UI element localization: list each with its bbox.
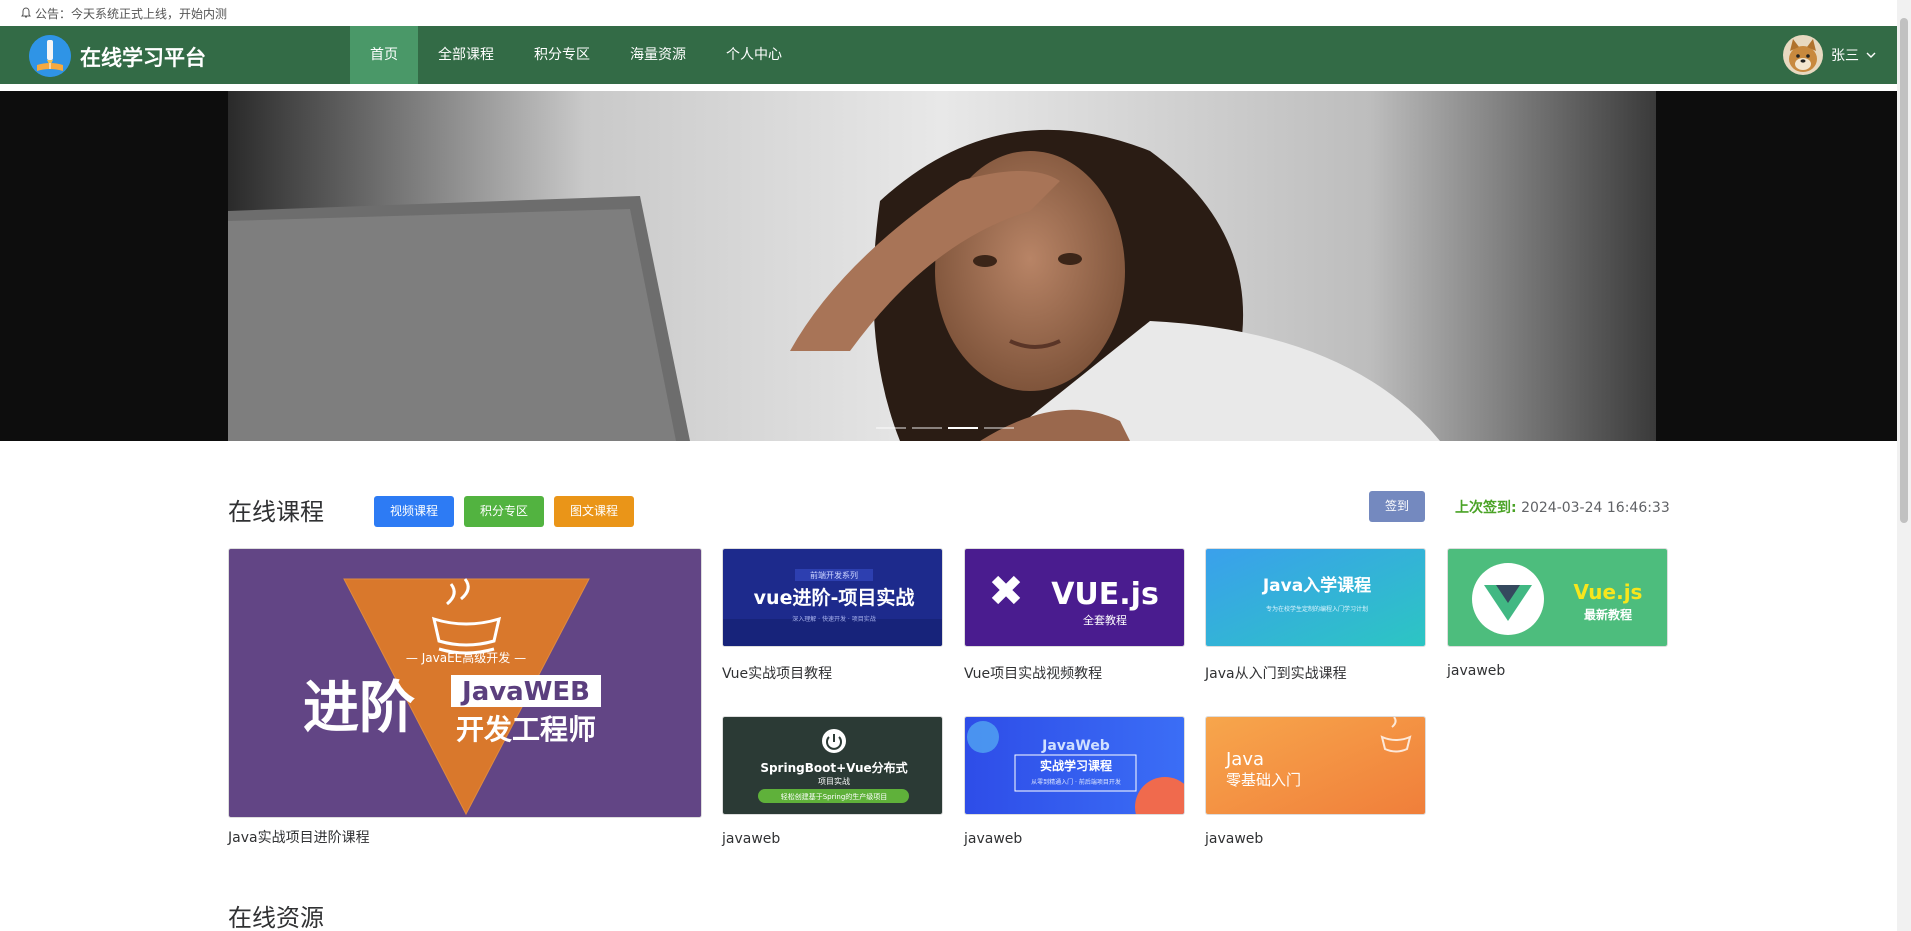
page: 公告：今天系统正式上线，开始内测 在线学习平台 首页 全部课程 积分专区 海量资… [0, 0, 1911, 931]
platform-logo[interactable] [29, 35, 71, 77]
carousel-indicators [876, 427, 1020, 429]
avatar[interactable] [1783, 35, 1823, 75]
course-thumbnail[interactable]: JavaWeb 实战学习课程 从零到精通入门 · 前后端项目开发 [964, 716, 1185, 815]
pen-book-icon [29, 35, 71, 77]
bell-icon [21, 7, 31, 18]
featured-line2: 开发工程师 [456, 713, 596, 746]
thumb-sub: 项目实战 [818, 776, 850, 786]
thumb-sub: 全套教程 [1083, 613, 1127, 627]
carousel-dot-active[interactable] [948, 427, 978, 429]
thumb-tag: 轻松创建基于Spring的生产级项目 [781, 792, 888, 801]
thumb-sub: 最新教程 [1584, 607, 1632, 622]
course-title[interactable]: Java实战项目进阶课程 [228, 827, 370, 847]
last-sign-value: 2024-03-24 16:46:33 [1521, 500, 1670, 516]
carousel-dot[interactable] [876, 427, 906, 429]
banner-carousel[interactable] [0, 91, 1897, 441]
thumb-sub: 深入理解 · 快速开发 · 项目实战 [792, 615, 875, 623]
filter-points-zone-button[interactable]: 积分专区 [464, 496, 544, 527]
nav-personal-center[interactable]: 个人中心 [706, 26, 802, 84]
resources-section-title: 在线资源 [228, 904, 324, 931]
course-title[interactable]: javaweb [964, 831, 1022, 847]
course-thumbnail[interactable]: Vue.js 最新教程 [1447, 548, 1668, 647]
sign-in-button[interactable]: 签到 [1369, 491, 1425, 522]
nav-home[interactable]: 首页 [350, 26, 418, 84]
thumb-text: JavaWeb [1041, 738, 1110, 754]
thumb-text: Java [1225, 749, 1264, 770]
course-thumbnail[interactable]: — JavaEE高级开发 — 进阶 JavaWEB 开发工程师 [228, 548, 702, 818]
nav-points-zone[interactable]: 积分专区 [514, 26, 610, 84]
course-thumbnail[interactable]: SpringBoot+Vue分布式 项目实战 轻松创建基于Spring的生产级项… [722, 716, 943, 815]
course-title[interactable]: Vue实战项目教程 [722, 663, 832, 683]
courses-section-title: 在线课程 [228, 498, 324, 526]
main-nav: 首页 全部课程 积分专区 海量资源 个人中心 [350, 26, 802, 84]
notice-text: 公告：今天系统正式上线，开始内测 [35, 6, 228, 21]
scrollbar-thumb[interactable] [1900, 18, 1908, 523]
course-title[interactable]: Java从入门到实战课程 [1205, 663, 1347, 683]
featured-tagline: — JavaEE高级开发 — [406, 650, 526, 665]
brand-name[interactable]: 在线学习平台 [80, 42, 206, 72]
course-thumbnail[interactable]: Java入学课程 专为在校学生定制的编程入门学习计划 [1205, 548, 1426, 647]
thumb-text: vue进阶-项目实战 [754, 586, 915, 609]
nav-resources[interactable]: 海量资源 [610, 26, 706, 84]
thumb-text: VUE.js [1051, 577, 1159, 612]
thumb-sub: 零基础入门 [1226, 771, 1301, 789]
thumb-sub: 专为在校学生定制的编程入门学习计划 [1266, 605, 1368, 613]
nav-all-courses[interactable]: 全部课程 [418, 26, 514, 84]
banner-image [0, 91, 1897, 441]
course-title[interactable]: Vue项目实战视频教程 [964, 663, 1102, 683]
featured-line1: JavaWEB [460, 677, 590, 707]
course-title[interactable]: javaweb [1447, 663, 1505, 679]
course-thumbnail[interactable]: Java 零基础入门 [1205, 716, 1426, 815]
thumb-tag: 前端开发系列 [810, 570, 858, 580]
featured-course-card[interactable]: — JavaEE高级开发 — 进阶 JavaWEB 开发工程师 Java实战项目… [228, 548, 702, 848]
filter-video-courses-button[interactable]: 视频课程 [374, 496, 454, 527]
user-name[interactable]: 张三 [1831, 45, 1859, 65]
top-navbar: 在线学习平台 首页 全部课程 积分专区 海量资源 个人中心 张三 [0, 26, 1897, 84]
notice-bar: 公告：今天系统正式上线，开始内测 [0, 0, 1911, 26]
featured-big-text: 进阶 [303, 676, 415, 741]
course-title[interactable]: javaweb [722, 831, 780, 847]
last-sign-info: 上次签到: 2024-03-24 16:46:33 [1455, 497, 1670, 517]
thumb-tag: 从零到精通入门 · 前后端项目开发 [1031, 778, 1121, 786]
user-menu[interactable]: 张三 [1783, 35, 1877, 75]
page-scrollbar[interactable] [1897, 0, 1911, 931]
thumb-text: Java入学课程 [1262, 575, 1371, 596]
dog-avatar-icon [1783, 35, 1823, 75]
last-sign-label: 上次签到: [1455, 500, 1517, 516]
course-thumbnail[interactable]: VUE.js 全套教程 [964, 548, 1185, 647]
carousel-dot[interactable] [912, 427, 942, 429]
course-title[interactable]: javaweb [1205, 831, 1263, 847]
thumb-text: Vue.js [1574, 580, 1643, 604]
thumb-text: SpringBoot+Vue分布式 [760, 760, 907, 775]
course-thumbnail[interactable]: 前端开发系列 vue进阶-项目实战 深入理解 · 快速开发 · 项目实战 [722, 548, 943, 647]
filter-article-courses-button[interactable]: 图文课程 [554, 496, 634, 527]
thumb-sub: 实战学习课程 [1040, 758, 1112, 773]
carousel-dot[interactable] [984, 427, 1014, 429]
chevron-down-icon[interactable] [1865, 49, 1877, 61]
